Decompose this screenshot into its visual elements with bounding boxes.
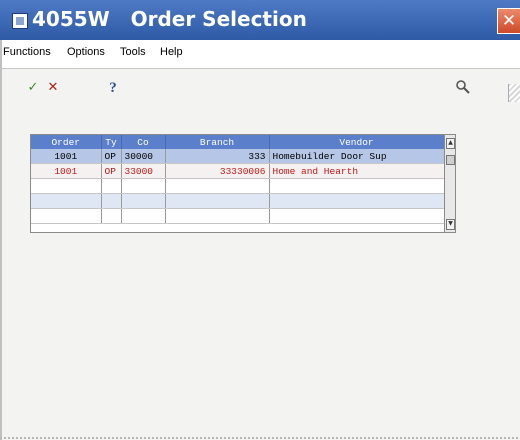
cell-vendor[interactable]: Home and Hearth: [269, 163, 445, 179]
help-question-icon[interactable]: ?: [104, 79, 122, 97]
grid-header-row: Order Ty Co Branch Vendor: [31, 135, 445, 149]
cell-order[interactable]: 1001: [31, 149, 102, 164]
col-header-vendor[interactable]: Vendor: [269, 135, 445, 149]
order-selection-window: 4055W Order Selection ✕ Functions Option…: [0, 0, 520, 440]
scroll-thumb[interactable]: [446, 155, 455, 165]
app-icon: [12, 13, 28, 29]
toolbar: [0, 69, 520, 109]
window-left-border: [0, 40, 2, 440]
cancel-x-icon[interactable]: ✕: [44, 79, 62, 97]
table-row[interactable]: [31, 193, 445, 209]
table-row[interactable]: 1001 OP 30000 333 Homebuilder Door Sup: [31, 149, 445, 164]
search-icon[interactable]: [454, 79, 472, 97]
col-header-co[interactable]: Co: [121, 135, 166, 149]
cell-vendor[interactable]: Homebuilder Door Sup: [269, 149, 445, 164]
table-row[interactable]: 1001 OP 33000 33330006 Home and Hearth: [31, 163, 445, 179]
cell-co[interactable]: 30000: [121, 149, 166, 164]
col-header-ty[interactable]: Ty: [101, 135, 122, 149]
scroll-down-icon[interactable]: ▼: [446, 219, 455, 230]
col-header-branch[interactable]: Branch: [165, 135, 270, 149]
table-row[interactable]: [31, 208, 445, 224]
cell-order[interactable]: 1001: [31, 163, 102, 179]
menu-functions[interactable]: Functions: [3, 46, 51, 58]
col-header-order[interactable]: Order: [31, 135, 102, 149]
scroll-up-icon[interactable]: ▲: [446, 138, 455, 149]
order-grid: Order Ty Co Branch Vendor 1001 OP 30000 …: [30, 134, 456, 233]
grid-scrollbar[interactable]: ▲ ▼: [444, 135, 455, 232]
ok-check-icon[interactable]: ✓: [24, 79, 42, 97]
cell-co[interactable]: 33000: [121, 163, 166, 179]
window-bottom-border: [0, 437, 520, 439]
menu-help[interactable]: Help: [160, 46, 183, 58]
window-title: 4055W Order Selection: [32, 7, 307, 31]
cell-branch[interactable]: 33330006: [165, 163, 270, 179]
close-button[interactable]: ✕: [497, 8, 520, 34]
cell-ty[interactable]: OP: [101, 149, 122, 164]
menu-tools[interactable]: Tools: [120, 46, 146, 58]
title-bar: 4055W Order Selection ✕: [0, 0, 520, 40]
menu-options[interactable]: Options: [67, 46, 105, 58]
menu-bar: Functions Options Tools Help: [0, 40, 520, 102]
cell-ty[interactable]: OP: [101, 163, 122, 179]
cell-branch[interactable]: 333: [165, 149, 270, 164]
table-row[interactable]: [31, 178, 445, 194]
